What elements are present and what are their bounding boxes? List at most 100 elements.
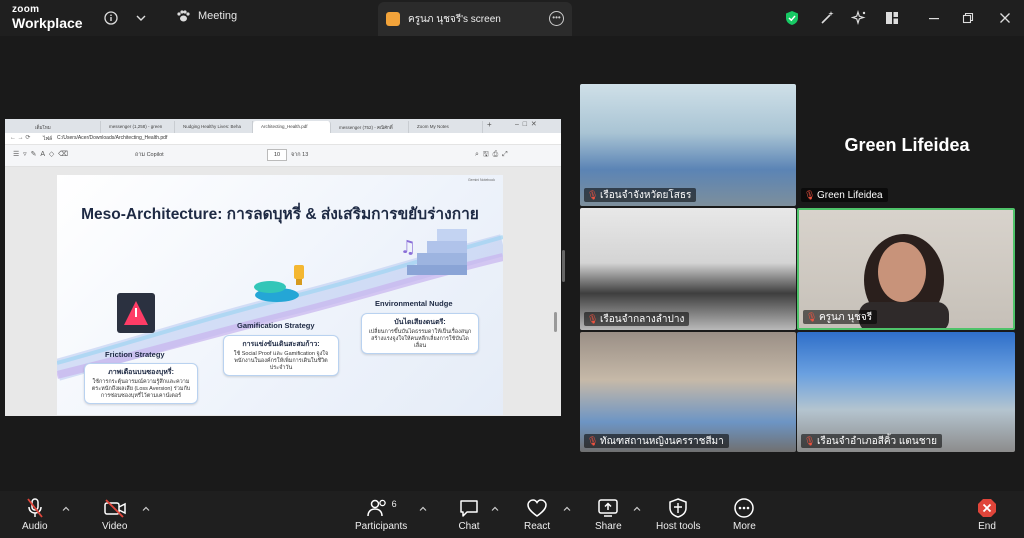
- security-shield-icon[interactable]: [782, 8, 802, 28]
- video-options-chevron-icon[interactable]: [142, 505, 150, 513]
- mic-off-icon: 🎙: [587, 436, 599, 446]
- environmental-nudge-label: Environmental Nudge: [375, 299, 453, 308]
- paw-icon: [177, 10, 190, 22]
- participant-name-tag: 🎙 Green Lifeidea: [801, 188, 888, 202]
- environment-card-title: บันไดเสียงดนตรี:: [394, 319, 446, 326]
- video-tile-3[interactable]: 🎙 เรือนจำกลางลำปาง: [580, 208, 796, 330]
- video-tile-6[interactable]: 🎙 เรือนจำอำเภอสีคิ้ว แดนชาย: [797, 332, 1015, 452]
- minimize-icon[interactable]: [924, 8, 944, 28]
- gamification-card-title: การแข่งขันเดินสะสมก้าว:: [242, 341, 320, 348]
- participants-count: 6: [391, 499, 397, 509]
- friction-card: ภาพเตือนบนซองบุหรี่: ใช้การกระตุ้นอารมณ์…: [84, 363, 198, 404]
- more-button[interactable]: More: [733, 497, 756, 532]
- chat-options-chevron-icon[interactable]: [491, 505, 499, 513]
- info-icon[interactable]: [101, 8, 121, 28]
- video-label: Video: [102, 521, 128, 532]
- meeting-label: Meeting: [198, 10, 238, 22]
- audio-options-chevron-icon[interactable]: [62, 505, 70, 513]
- video-off-icon: [103, 497, 127, 519]
- react-options-chevron-icon[interactable]: [563, 505, 571, 513]
- window-controls-icon: – □ ✕: [515, 121, 537, 128]
- end-label: End: [978, 521, 996, 532]
- participants-options-chevron-icon[interactable]: [419, 505, 427, 513]
- logo-workplace: Workplace: [12, 15, 83, 31]
- gamification-card: การแข่งขันเดินสะสมก้าว: ใช้ Social Proof…: [223, 335, 339, 376]
- gamification-card-body: ใช้ Social Proof และ Gamification จูงใจพ…: [233, 351, 329, 371]
- meeting-toolbar: Audio Video 6 Participants Chat React Sh…: [0, 491, 1024, 538]
- screen-share-label: ครูนภ นุชจรี's screen: [408, 13, 501, 25]
- participant-name-tag: 🎙 ครูนภ นุชจรี: [803, 310, 878, 324]
- friction-card-title: ภาพเตือนบนซองบุหรี่:: [108, 369, 174, 376]
- video-tile-1[interactable]: 🎙 เรือนจำจังหวัดยโสธร: [580, 84, 796, 206]
- end-call-icon: [976, 497, 998, 519]
- browser-tab-strip: เต็มโหม messenger (1,258) - green Nudgin…: [5, 119, 561, 133]
- more-icon: [733, 497, 755, 519]
- host-tools-button[interactable]: Host tools: [656, 497, 700, 532]
- participant-name: เรือนจำกลางลำปาง: [600, 313, 685, 325]
- restore-icon[interactable]: [958, 8, 978, 28]
- pdf-viewer: ♫ Gemini Notebook Meso-Architecture: การ…: [5, 167, 561, 416]
- screen-share-badge-icon: [386, 12, 400, 26]
- warning-barrier-icon: [117, 293, 155, 333]
- browser-tab[interactable]: messenger (1,258) - green: [101, 121, 175, 133]
- chevron-down-icon[interactable]: [131, 8, 151, 28]
- browser-tab[interactable]: messenger (752) - คณิศักดิ์: [331, 121, 409, 133]
- participant-name: Green Lifeidea: [817, 189, 883, 201]
- pdf-scrollbar[interactable]: [554, 312, 557, 332]
- participant-name-tag: 🎙 เรือนจำกลางลำปาง: [584, 312, 690, 326]
- video-tile-4-active-speaker[interactable]: 🎙 ครูนภ นุชจรี: [797, 208, 1015, 330]
- react-label: React: [524, 521, 551, 532]
- audio-button[interactable]: Audio: [22, 497, 48, 532]
- screen-share-tab[interactable]: ครูนภ นุชจรี's screen •••: [378, 2, 572, 36]
- logo-zoom: zoom: [12, 4, 40, 15]
- host-tools-label: Host tools: [656, 521, 701, 532]
- address-bar[interactable]: ← → ⟳ ไฟล์ C:/Users/Acer/Downloads/Archi…: [5, 133, 561, 145]
- pdf-toolbar-icons-right[interactable]: ⌕ 🖫 ⎙ ⤢: [475, 150, 508, 161]
- more-options-icon[interactable]: •••: [549, 11, 564, 26]
- browser-tab[interactable]: Nudging Healthy Lives: Beha: [175, 121, 253, 133]
- host-shield-icon: [668, 497, 688, 519]
- slide-title: Meso-Architecture: การลดบุหรี่ & ส่งเสริ…: [81, 206, 479, 223]
- magic-wand-icon[interactable]: [817, 8, 837, 28]
- share-options-chevron-icon[interactable]: [633, 505, 641, 513]
- mic-off-icon: 🎙: [806, 312, 818, 322]
- mic-muted-icon: [25, 497, 45, 519]
- audio-label: Audio: [22, 521, 48, 532]
- copilot-button[interactable]: ถาม Copilot: [135, 151, 164, 159]
- panel-resize-handle[interactable]: [562, 250, 565, 282]
- mic-off-icon: 🎙: [804, 436, 816, 446]
- url-scheme-label: ไฟล์: [43, 136, 53, 142]
- music-stairs-icon: ♫: [400, 229, 467, 275]
- page-number-input[interactable]: 10: [267, 149, 287, 161]
- video-button[interactable]: Video: [102, 497, 127, 532]
- participant-name: ทัณฑสถานหญิงนครราชสีมา: [600, 435, 724, 447]
- environment-card-body: เปลี่ยนการขึ้นบันไดธรรมดาให้เป็นเรื่องสน…: [368, 329, 472, 349]
- mic-off-icon: 🎙: [587, 314, 599, 324]
- pdf-toolbar-icons-left[interactable]: ☰ ▿ ✎ A ◇ ⌫: [13, 150, 68, 158]
- close-icon[interactable]: [995, 8, 1015, 28]
- browser-tab[interactable]: Zoom My Notes: [409, 121, 483, 133]
- mic-off-icon: 🎙: [587, 190, 599, 200]
- new-tab-icon[interactable]: +: [487, 120, 492, 129]
- sparkle-ai-icon[interactable]: [849, 8, 869, 28]
- chat-icon: [458, 497, 480, 519]
- meeting-tab[interactable]: Meeting: [176, 10, 237, 22]
- shared-screen: เต็มโหม messenger (1,258) - green Nudgin…: [5, 119, 561, 416]
- layout-view-icon[interactable]: [882, 8, 902, 28]
- video-tile-5[interactable]: 🎙 ทัณฑสถานหญิงนครราชสีมา: [580, 332, 796, 452]
- participants-button[interactable]: 6 Participants: [355, 497, 407, 532]
- chat-button[interactable]: Chat: [458, 497, 480, 532]
- heart-icon: [526, 497, 548, 519]
- react-button[interactable]: React: [524, 497, 550, 532]
- url-text[interactable]: C:/Users/Acer/Downloads/Architecting_Hea…: [57, 135, 167, 141]
- browser-tab[interactable]: เต็มโหม: [27, 121, 101, 133]
- end-button[interactable]: End: [976, 497, 998, 532]
- back-forward-icon[interactable]: ← → ⟳: [10, 134, 30, 141]
- zoom-window: zoom Workplace Meeting ครูนภ นุชจรี's sc…: [0, 0, 1024, 538]
- zoom-logo: zoom Workplace: [12, 4, 83, 31]
- participant-name: เรือนจำอำเภอสีคิ้ว แดนชาย: [817, 435, 937, 447]
- friction-strategy-label: Friction Strategy: [105, 350, 165, 359]
- browser-tab-active[interactable]: Architecting_Health.pdf: [253, 121, 331, 133]
- share-button[interactable]: Share: [595, 497, 622, 532]
- participant-name: ครูนภ นุชจรี: [819, 311, 873, 323]
